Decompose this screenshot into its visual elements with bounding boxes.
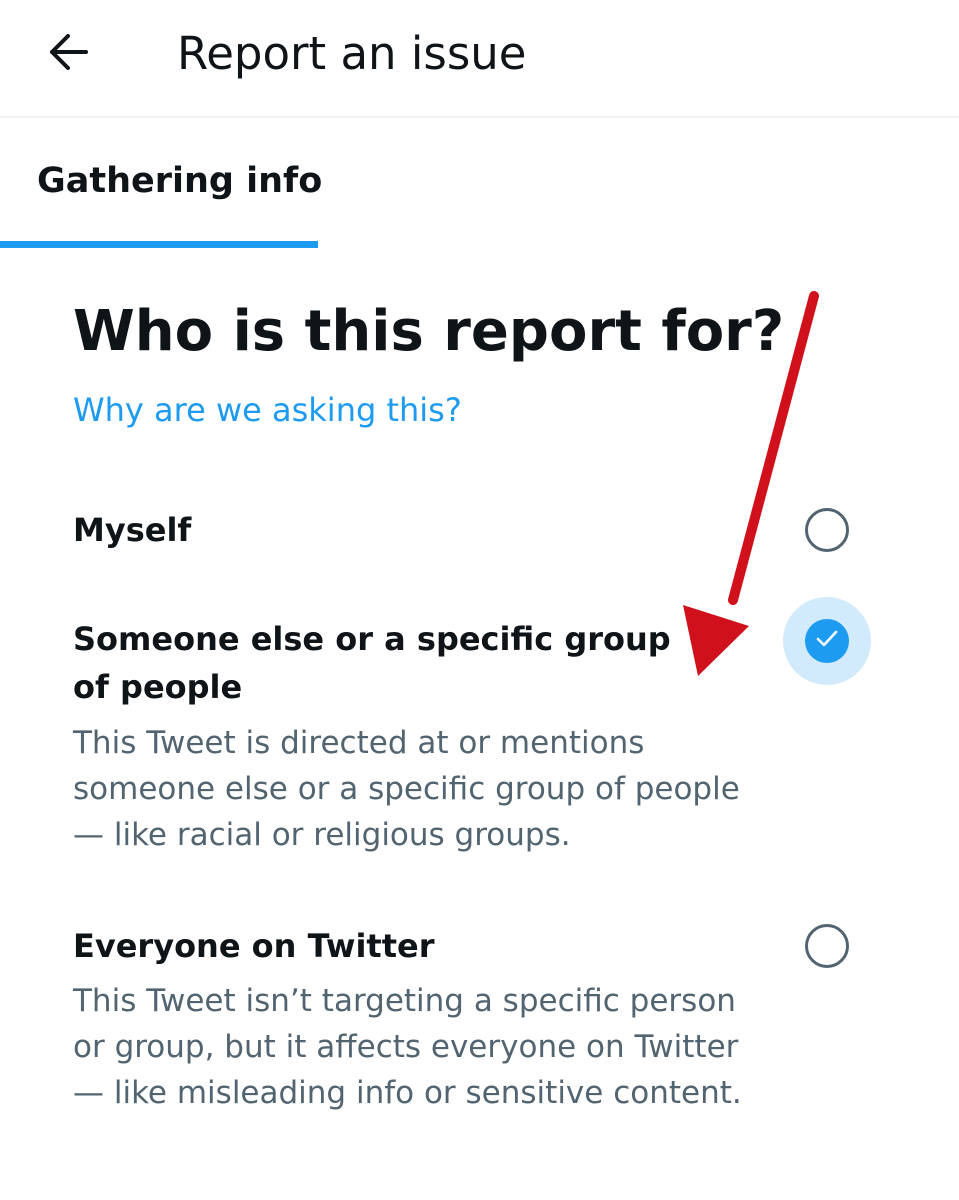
option-title: Myself: [73, 511, 192, 549]
active-tab-indicator: [0, 241, 318, 248]
why-asking-link[interactable]: Why are we asking this?: [73, 388, 462, 432]
arrow-left-icon: [46, 32, 90, 76]
tab-label: Gathering info: [37, 161, 323, 201]
radio-someone-else[interactable]: [805, 619, 849, 663]
question-heading: Who is this report for?: [73, 299, 785, 364]
option-description: This Tweet isn’t targeting a specific pe…: [73, 983, 742, 1111]
option-title: Everyone on Twitter: [73, 927, 435, 965]
page-title: Report an issue: [177, 27, 527, 80]
checkmark-icon: [815, 629, 839, 653]
top-app-bar: Report an issue: [0, 0, 959, 118]
option-title: Someone else or a specific group of peop…: [73, 620, 671, 706]
tab-gathering-info[interactable]: Gathering info: [0, 120, 322, 248]
option-description: This Tweet is directed at or mentions so…: [73, 725, 740, 853]
radio-myself[interactable]: [805, 508, 849, 552]
report-issue-screen: Report an issue Gathering info Who is th…: [0, 0, 959, 1200]
back-button[interactable]: [40, 26, 96, 82]
radio-everyone[interactable]: [805, 924, 849, 968]
